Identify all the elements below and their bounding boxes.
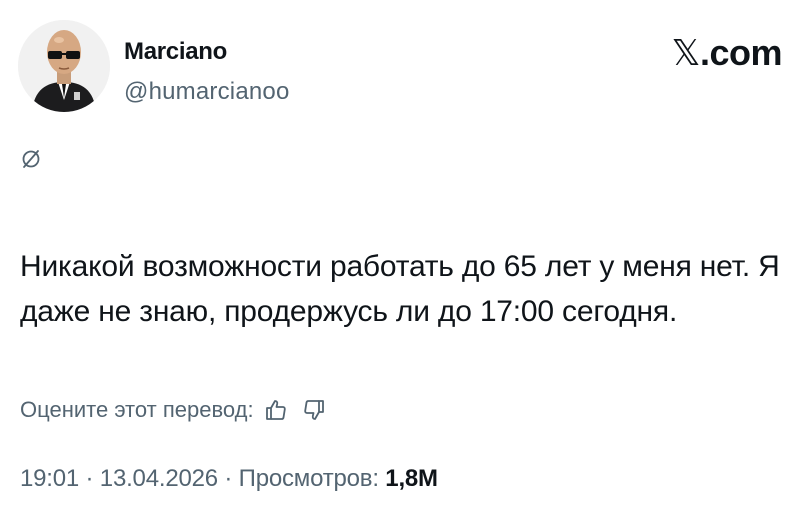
author-display-name[interactable]: Marciano [124, 38, 227, 66]
x-com-logo: 𝕏.com [671, 32, 782, 74]
meta-separator: · [79, 465, 100, 492]
views-label: Просмотров: [238, 465, 379, 492]
thumbs-up-icon[interactable] [264, 398, 288, 422]
tweet-header: Marciano @humarcianoo 𝕏.com [18, 20, 783, 120]
translation-rating: Оцените этот перевод: [20, 395, 326, 425]
translate-icon [20, 148, 42, 170]
thumbs-down-icon[interactable] [302, 398, 326, 422]
avatar-image [18, 20, 110, 112]
views-count: 1,8M [385, 465, 438, 492]
tweet-text: Никакой возможности работать до 65 лет у… [20, 250, 780, 328]
tweet-meta: 19:01 · 13.04.2026 · Просмотров: 1,8M [20, 465, 438, 493]
tweet-time[interactable]: 19:01 [20, 465, 79, 492]
tweet-date[interactable]: 13.04.2026 [100, 465, 218, 492]
x-com-domain: .com [699, 32, 783, 73]
author-handle[interactable]: @humarcianoo [124, 78, 290, 106]
rate-translation-label: Оцените этот перевод: [20, 397, 254, 422]
x-logo-icon: 𝕏 [671, 33, 700, 74]
meta-separator: · [217, 465, 239, 492]
avatar[interactable] [18, 20, 110, 112]
